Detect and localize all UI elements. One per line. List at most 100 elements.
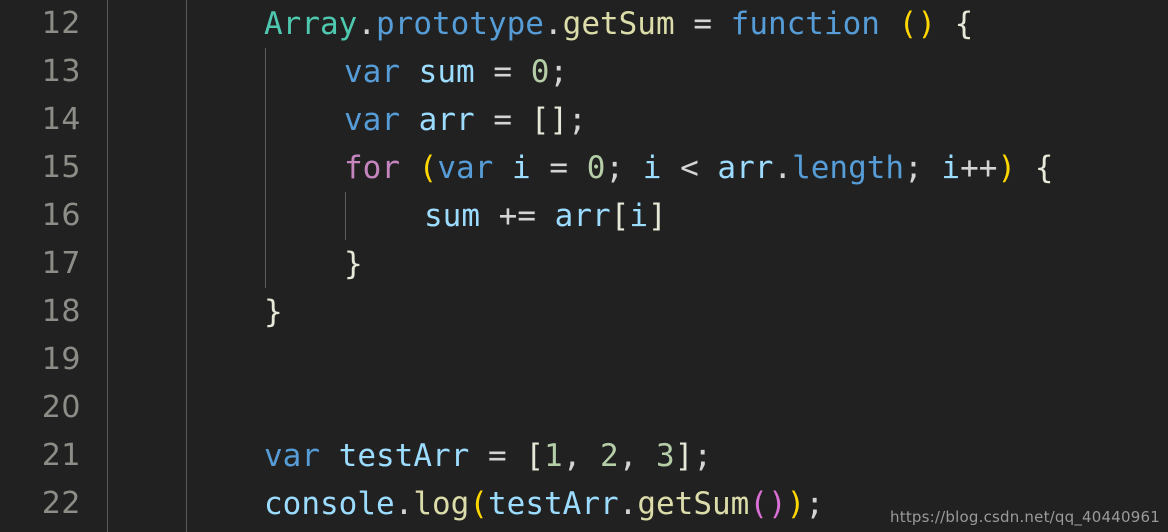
code-line[interactable]: } <box>264 288 283 336</box>
code-token-punct: ; <box>549 54 569 90</box>
code-token-bracket1: [ <box>610 198 630 234</box>
code-line[interactable]: sum += arr[i] <box>424 192 667 240</box>
code-token-op: = <box>493 102 513 138</box>
code-token-bracket1: } <box>344 246 363 282</box>
code-token-paren2: ) <box>767 486 787 522</box>
code-token-bracket1: { <box>954 6 974 42</box>
code-token-op: = <box>493 54 513 90</box>
code-token-op: < <box>680 150 699 186</box>
code-token-paren1: ) <box>786 486 806 522</box>
code-token-variable: i <box>512 150 531 186</box>
code-token-paren1: ( <box>418 150 438 186</box>
code-token-function: getSum <box>562 6 675 42</box>
code-token-punct: . <box>543 6 563 42</box>
code-token-function: getSum <box>637 486 750 522</box>
code-line[interactable]: var testArr = [1, 2, 3]; <box>264 432 712 480</box>
code-token-bracket1: ] <box>648 198 667 234</box>
code-token-punct: , <box>562 438 582 474</box>
code-token-num: 0 <box>530 54 550 90</box>
code-token-variable: arr <box>554 198 611 234</box>
code-token-bracket1: ] <box>674 438 694 474</box>
code-token-punct: . <box>357 6 376 42</box>
code-line[interactable]: var arr = []; <box>344 96 587 144</box>
code-token-variable: testArr <box>338 438 470 474</box>
code-token-paren1: ) <box>997 150 1017 186</box>
indent-guide <box>265 48 266 288</box>
code-line[interactable]: console.log(testArr.getSum()); <box>264 480 824 528</box>
code-token-punct: , <box>618 438 638 474</box>
code-token-punct: ; <box>805 486 824 522</box>
code-token-variable: i <box>629 198 649 234</box>
code-token-bracket1: { <box>1034 150 1054 186</box>
code-token-num: 2 <box>600 438 619 474</box>
code-token-punct: ; <box>693 438 713 474</box>
code-token-keyword: var <box>264 438 320 474</box>
code-token-control: for <box>344 150 400 186</box>
code-token-keyword: var <box>437 150 494 186</box>
code-token-keyword: function <box>730 6 880 42</box>
code-token-punct: ; <box>605 150 625 186</box>
code-editor[interactable]: 12 13 14 15 16 17 18 19 20 21 22 Array.prototype.g… <box>0 0 1168 532</box>
code-content[interactable]: Array.prototype.getSum = function () {va… <box>0 0 1168 532</box>
code-line[interactable]: Array.prototype.getSum = function () { <box>264 0 973 48</box>
code-token-op: = <box>488 438 507 474</box>
code-token-num: 3 <box>656 438 675 474</box>
code-token-punct: . <box>618 486 638 522</box>
code-token-variable: sum <box>424 198 480 234</box>
code-token-num: 1 <box>544 438 563 474</box>
code-token-keyword: var <box>344 54 400 90</box>
code-token-property: length <box>792 150 905 186</box>
indent-guide <box>345 192 346 240</box>
code-token-op: += <box>498 198 536 234</box>
code-line[interactable]: var sum = 0; <box>344 48 568 96</box>
code-token-punct: . <box>773 150 793 186</box>
code-token-variable: sum <box>418 54 475 90</box>
code-token-punct: ; <box>568 102 587 138</box>
code-token-op: = <box>549 150 569 186</box>
watermark-url: https://blog.csdn.net/qq_40440961 <box>890 508 1160 526</box>
code-token-paren2: ( <box>749 486 768 522</box>
code-token-variable: arr <box>418 102 475 138</box>
code-line[interactable]: for (var i = 0; i < arr.length; i++) { <box>344 144 1053 192</box>
code-token-keyword: var <box>344 102 400 138</box>
code-token-bracket1: ] <box>549 102 569 138</box>
code-token-variable: testArr <box>488 486 619 522</box>
code-token-punct: . <box>394 486 414 522</box>
code-line[interactable]: } <box>344 240 363 288</box>
code-token-variable: console <box>264 486 395 522</box>
code-token-bracket1: } <box>264 294 283 330</box>
code-token-variable: i <box>941 150 961 186</box>
code-token-property: prototype <box>376 6 544 42</box>
code-token-num: 0 <box>586 150 606 186</box>
code-token-variable: arr <box>717 150 774 186</box>
code-token-paren1: ) <box>917 6 936 42</box>
code-token-function: log <box>413 486 470 522</box>
code-token-punct: ; <box>904 150 923 186</box>
code-token-bracket1: [ <box>525 438 545 474</box>
